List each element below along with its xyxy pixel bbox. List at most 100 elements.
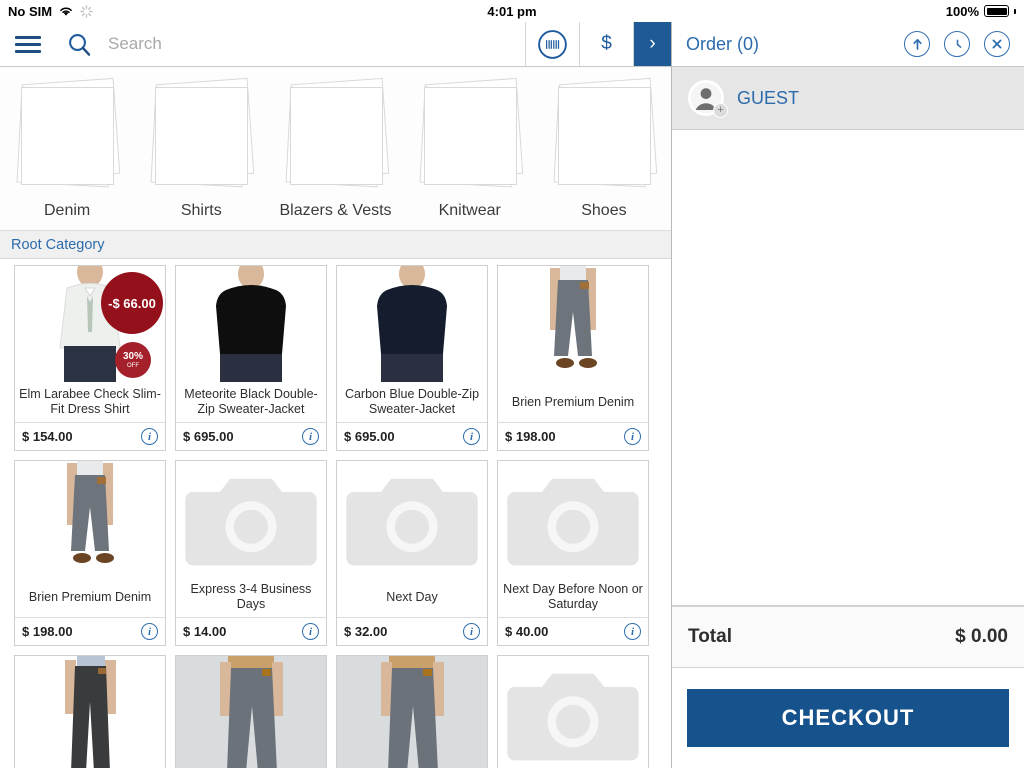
camera-placeholder-icon bbox=[346, 478, 478, 566]
product-info-icon[interactable]: i bbox=[463, 623, 480, 640]
product-card[interactable]: Express 3-4 Business Days $ 14.00 i bbox=[175, 460, 327, 646]
share-order-button[interactable] bbox=[904, 31, 930, 57]
product-footer: $ 198.00 i bbox=[498, 422, 648, 450]
product-footer: $ 40.00 i bbox=[498, 617, 648, 645]
activity-spinner-icon bbox=[80, 4, 93, 18]
category-label: Knitwear bbox=[438, 202, 501, 219]
expand-panel-button[interactable]: › bbox=[633, 22, 671, 66]
category-thumbnail-placeholder-icon bbox=[418, 77, 523, 193]
breadcrumb[interactable]: Root Category bbox=[0, 231, 671, 259]
search-input[interactable] bbox=[102, 22, 525, 66]
product-card[interactable]: Brien Premium Denim $ 198.00 i bbox=[14, 460, 166, 646]
category-label: Shoes bbox=[581, 202, 627, 219]
product-title: Brien Premium Denim bbox=[511, 394, 635, 409]
product-info-icon[interactable]: i bbox=[141, 428, 158, 445]
close-order-button[interactable] bbox=[984, 31, 1010, 57]
breadcrumb-root-category-link[interactable]: Root Category bbox=[11, 237, 105, 253]
status-bar-right: 100% bbox=[946, 4, 1016, 19]
product-title: Meteorite Black Double-Zip Sweater-Jacke… bbox=[184, 387, 318, 416]
product-card[interactable]: i bbox=[175, 655, 327, 768]
total-value: $ 0.00 bbox=[955, 626, 1008, 647]
grey-denim-back-photo bbox=[498, 266, 648, 382]
customer-row[interactable]: + GUEST bbox=[672, 67, 1024, 130]
upload-arrow-icon bbox=[912, 38, 922, 50]
category-thumbnail-placeholder-icon bbox=[552, 77, 658, 193]
product-image bbox=[337, 656, 487, 768]
category-thumbnail-placeholder-icon bbox=[15, 77, 121, 193]
light-denim-photo bbox=[176, 656, 326, 768]
order-title: Order (0) bbox=[686, 33, 760, 54]
category-tile-blazers-vests[interactable]: Blazers & Vests bbox=[268, 67, 402, 230]
battery-nub-icon bbox=[1014, 8, 1016, 14]
product-price: $ 198.00 bbox=[505, 429, 556, 444]
category-tile-denim[interactable]: Denim bbox=[0, 67, 134, 230]
product-title-wrap: Next Day Before Noon or Saturday bbox=[498, 577, 648, 617]
category-thumbnail-placeholder-icon bbox=[284, 77, 389, 193]
category-tile-knitwear[interactable]: Knitwear bbox=[403, 67, 537, 230]
product-image bbox=[498, 266, 648, 382]
category-tile-shoes[interactable]: Shoes bbox=[537, 67, 671, 230]
checkout-button[interactable]: CHECKOUT bbox=[687, 689, 1009, 747]
light-denim-photo bbox=[337, 656, 487, 768]
product-image bbox=[498, 656, 648, 768]
product-card[interactable]: Next Day Before Noon or Saturday $ 40.00 i bbox=[497, 460, 649, 646]
product-card[interactable]: Meteorite Black Double-Zip Sweater-Jacke… bbox=[175, 265, 327, 451]
product-title: Carbon Blue Double-Zip Sweater-Jacket bbox=[344, 387, 480, 416]
product-price: $ 198.00 bbox=[22, 624, 73, 639]
status-bar: No SIM 4:01 pm 100% bbox=[0, 0, 1024, 22]
category-label: Blazers & Vests bbox=[279, 202, 392, 219]
catalog-pane: $ › Denim Shirts Blazers & Vests bbox=[0, 22, 672, 768]
product-info-icon[interactable]: i bbox=[624, 623, 641, 640]
search-icon bbox=[68, 33, 90, 56]
product-card[interactable]: -$ 66.00 30% OFF Elm Larabee Check Slim-Fit… bbox=[14, 265, 166, 451]
barcode-scan-button[interactable] bbox=[525, 22, 579, 66]
close-x-icon bbox=[992, 39, 1002, 49]
product-title-wrap: Brien Premium Denim bbox=[498, 382, 648, 422]
currency-button[interactable]: $ bbox=[579, 22, 633, 66]
product-footer: $ 695.00 i bbox=[337, 422, 487, 450]
product-image bbox=[15, 656, 165, 768]
order-header: Order (0) bbox=[672, 22, 1024, 67]
total-label: Total bbox=[688, 626, 732, 647]
discount-percent-value: 30% bbox=[122, 350, 143, 362]
hamburger-menu-button[interactable] bbox=[0, 22, 56, 66]
product-title: Brien Premium Denim bbox=[28, 589, 152, 604]
product-info-icon[interactable]: i bbox=[463, 428, 480, 445]
product-card[interactable]: Carbon Blue Double-Zip Sweater-Jacket $ 6… bbox=[336, 265, 488, 451]
product-price: $ 695.00 bbox=[344, 429, 395, 444]
product-image bbox=[176, 656, 326, 768]
product-card[interactable]: Brien Premium Denim $ 198.00 i bbox=[497, 265, 649, 451]
product-info-icon[interactable]: i bbox=[624, 428, 641, 445]
product-info-icon[interactable]: i bbox=[141, 623, 158, 640]
search-button[interactable] bbox=[56, 22, 102, 66]
customer-name: GUEST bbox=[737, 87, 800, 108]
product-info-icon[interactable]: i bbox=[302, 623, 319, 640]
product-card[interactable]: Next Day $ 32.00 i bbox=[336, 460, 488, 646]
product-price: $ 32.00 bbox=[344, 624, 388, 639]
product-image bbox=[337, 266, 487, 382]
category-tile-shirts[interactable]: Shirts bbox=[134, 67, 268, 230]
hamburger-menu-icon bbox=[15, 35, 41, 53]
discount-amount-badge: -$ 66.00 bbox=[101, 272, 163, 334]
navy-sweater-jacket-photo bbox=[337, 266, 487, 382]
order-history-button[interactable] bbox=[944, 31, 970, 57]
product-card[interactable]: i bbox=[336, 655, 488, 768]
product-card[interactable]: i bbox=[497, 655, 649, 768]
camera-placeholder-icon bbox=[507, 478, 639, 566]
product-title-wrap: Carbon Blue Double-Zip Sweater-Jacket bbox=[337, 382, 487, 422]
product-image bbox=[337, 461, 487, 577]
app-root: $ › Denim Shirts Blazers & Vests bbox=[0, 22, 1024, 768]
product-image bbox=[176, 266, 326, 382]
dark-denim-photo bbox=[15, 656, 165, 768]
top-navigation-bar: $ › bbox=[0, 22, 671, 67]
product-info-icon[interactable]: i bbox=[302, 428, 319, 445]
product-card[interactable]: i bbox=[14, 655, 166, 768]
order-actions bbox=[904, 31, 1010, 57]
product-title-wrap: Brien Premium Denim bbox=[15, 577, 165, 617]
status-bar-clock: 4:01 pm bbox=[487, 3, 537, 19]
product-title: Express 3-4 Business Days bbox=[190, 582, 312, 611]
wifi-icon bbox=[60, 7, 72, 16]
battery-icon bbox=[984, 5, 1009, 17]
person-add-avatar-icon: + bbox=[688, 80, 728, 118]
product-title-wrap: Meteorite Black Double-Zip Sweater-Jacke… bbox=[176, 382, 326, 422]
